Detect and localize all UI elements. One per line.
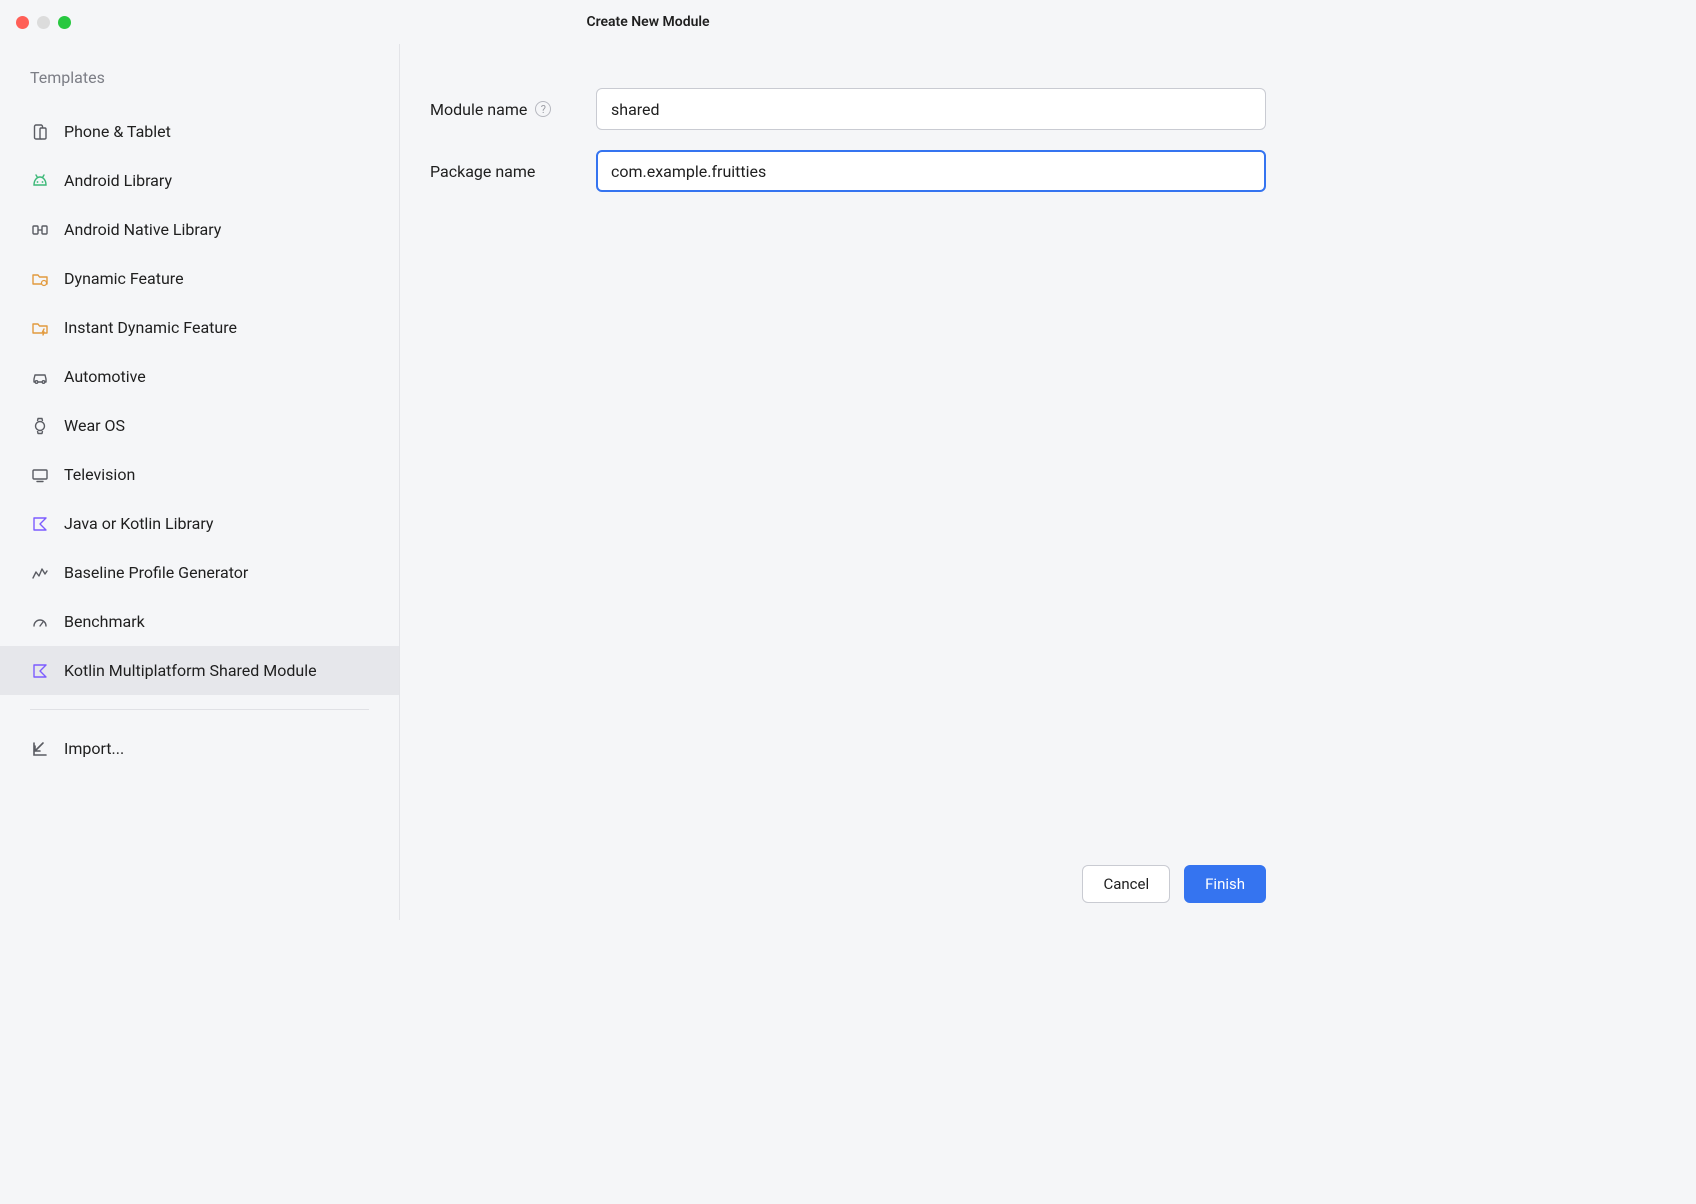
kotlin-icon (30, 661, 50, 681)
template-item-television[interactable]: Television (0, 450, 399, 499)
template-item-label: Java or Kotlin Library (64, 514, 213, 533)
gauge-icon (30, 612, 50, 632)
template-item-dynamic-feature[interactable]: Dynamic Feature (0, 254, 399, 303)
template-item-label: Kotlin Multiplatform Shared Module (64, 661, 317, 680)
template-item-label: Instant Dynamic Feature (64, 318, 237, 337)
template-item-label: Android Library (64, 171, 172, 190)
template-item-android-library[interactable]: Android Library (0, 156, 399, 205)
package-name-input[interactable] (596, 150, 1266, 192)
template-item-phone-tablet[interactable]: Phone & Tablet (0, 107, 399, 156)
folder-bolt-icon (30, 318, 50, 338)
template-item-label: Wear OS (64, 416, 125, 435)
import-icon (30, 739, 50, 759)
minimize-window-button[interactable] (37, 16, 50, 29)
template-item-label: Android Native Library (64, 220, 221, 239)
profile-icon (30, 563, 50, 583)
window-controls (16, 16, 71, 29)
kotlin-icon (30, 514, 50, 534)
window-title: Create New Module (586, 14, 709, 30)
finish-button[interactable]: Finish (1184, 865, 1266, 903)
android-icon (30, 171, 50, 191)
template-list: Phone & Tablet Android Library Android Nat… (0, 107, 399, 695)
template-item-instant-dynamic-feature[interactable]: Instant Dynamic Feature (0, 303, 399, 352)
template-item-automotive[interactable]: Automotive (0, 352, 399, 401)
footer: Cancel Finish (0, 848, 1296, 920)
template-item-baseline-profile-generator[interactable]: Baseline Profile Generator (0, 548, 399, 597)
template-item-label: Television (64, 465, 135, 484)
titlebar: Create New Module (0, 0, 1296, 44)
template-item-benchmark[interactable]: Benchmark (0, 597, 399, 646)
template-item-label: Phone & Tablet (64, 122, 171, 141)
maximize-window-button[interactable] (58, 16, 71, 29)
template-item-wear-os[interactable]: Wear OS (0, 401, 399, 450)
phone-tablet-icon (30, 122, 50, 142)
watch-icon (30, 416, 50, 436)
template-item-label: Automotive (64, 367, 146, 386)
module-name-input[interactable] (596, 88, 1266, 130)
form-panel: Module name ? Package name (400, 44, 1296, 920)
template-item-java-or-kotlin-library[interactable]: Java or Kotlin Library (0, 499, 399, 548)
cancel-button[interactable]: Cancel (1082, 865, 1170, 903)
template-item-label: Dynamic Feature (64, 269, 184, 288)
sidebar-header: Templates (0, 68, 399, 107)
close-window-button[interactable] (16, 16, 29, 29)
template-item-label: Baseline Profile Generator (64, 563, 248, 582)
template-item-android-native-library[interactable]: Android Native Library (0, 205, 399, 254)
package-name-label: Package name (430, 162, 596, 181)
native-icon (30, 220, 50, 240)
template-item-label: Benchmark (64, 612, 145, 631)
template-item-kotlin-multiplatform-shared-module[interactable]: Kotlin Multiplatform Shared Module (0, 646, 399, 695)
tv-icon (30, 465, 50, 485)
import-label: Import... (64, 739, 124, 758)
car-icon (30, 367, 50, 387)
templates-sidebar: Templates Phone & Tablet Android Library A… (0, 44, 400, 920)
sidebar-divider (30, 709, 369, 710)
import-item[interactable]: Import... (0, 724, 399, 773)
module-name-label: Module name ? (430, 100, 596, 119)
folder-gear-icon (30, 269, 50, 289)
help-icon[interactable]: ? (535, 101, 551, 117)
